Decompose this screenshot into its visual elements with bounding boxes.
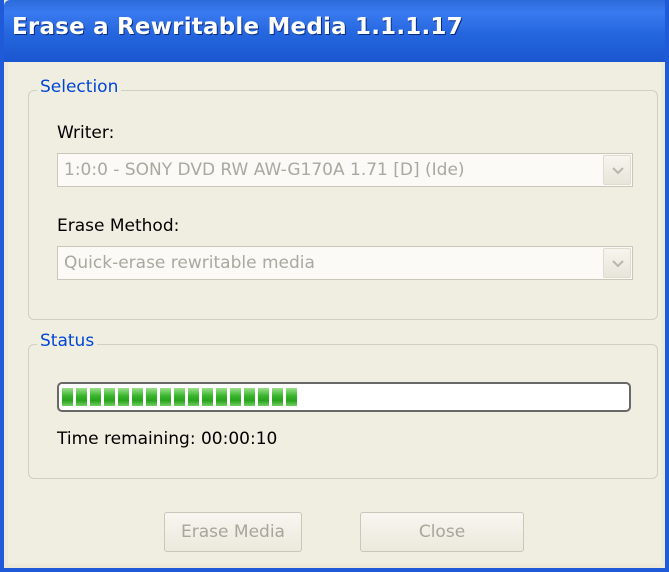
progress-block: [244, 388, 255, 406]
progress-block: [216, 388, 227, 406]
progress-block: [76, 388, 87, 406]
status-group: Status Time remaining: 00:00:10: [28, 331, 658, 479]
dialog-body: Selection Writer: 1:0:0 - SONY DVD RW AW…: [8, 62, 661, 564]
progress-block: [160, 388, 171, 406]
writer-dropdown-button[interactable]: [603, 155, 631, 185]
progress-block: [230, 388, 241, 406]
time-remaining-text: Time remaining: 00:00:10: [57, 429, 278, 449]
erase-method-dropdown[interactable]: Quick-erase rewritable media: [57, 246, 633, 280]
selection-legend: Selection: [37, 77, 122, 97]
selection-group: Selection Writer: 1:0:0 - SONY DVD RW AW…: [28, 77, 658, 320]
progress-block: [118, 388, 129, 406]
erase-media-dialog: Erase a Rewritable Media 1.1.1.17 Select…: [0, 0, 669, 572]
erase-method-selected-value: Quick-erase rewritable media: [64, 253, 315, 273]
writer-label: Writer:: [57, 123, 115, 143]
progress-block: [146, 388, 157, 406]
progress-block: [90, 388, 101, 406]
progress-block: [272, 388, 283, 406]
erase-media-button[interactable]: Erase Media: [164, 512, 302, 552]
writer-selected-value: 1:0:0 - SONY DVD RW AW-G170A 1.71 [D] (I…: [64, 160, 465, 180]
close-button[interactable]: Close: [360, 512, 524, 552]
erase-method-dropdown-button[interactable]: [603, 248, 631, 278]
progress-block: [174, 388, 185, 406]
chevron-down-icon: [612, 167, 624, 175]
progress-block: [62, 388, 73, 406]
status-legend: Status: [37, 331, 98, 351]
progress-block: [286, 388, 297, 406]
chevron-down-icon: [612, 260, 624, 268]
erase-method-label: Erase Method:: [57, 216, 180, 236]
title-bar[interactable]: Erase a Rewritable Media 1.1.1.17: [4, 0, 665, 62]
progress-block: [202, 388, 213, 406]
progress-block: [132, 388, 143, 406]
progress-block: [188, 388, 199, 406]
progress-block: [104, 388, 115, 406]
writer-dropdown[interactable]: 1:0:0 - SONY DVD RW AW-G170A 1.71 [D] (I…: [57, 153, 633, 187]
progress-block: [258, 388, 269, 406]
window-title: Erase a Rewritable Media 1.1.1.17: [12, 14, 463, 40]
erase-progress-bar: [57, 382, 631, 412]
progress-fill: [62, 388, 310, 406]
